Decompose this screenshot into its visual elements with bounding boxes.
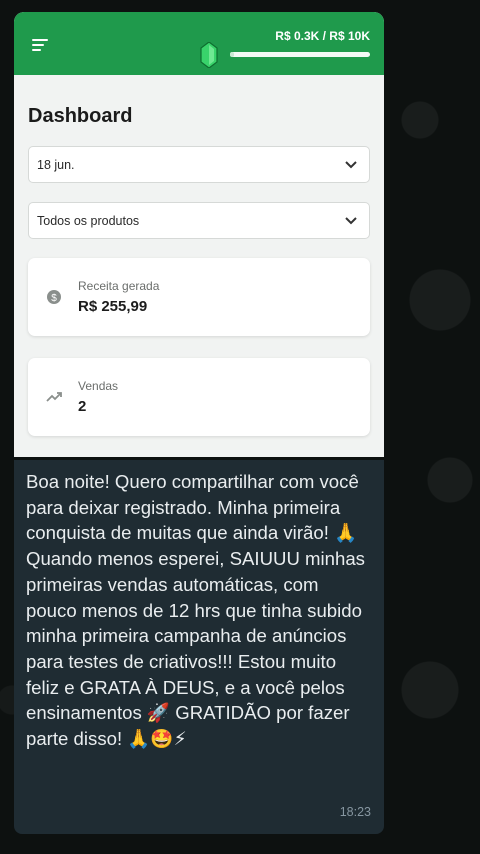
message-text: Boa noite! Quero compartilhar com você p… — [26, 471, 365, 750]
date-select[interactable]: 18 jun. — [28, 146, 370, 183]
page-title: Dashboard — [28, 105, 133, 127]
coin-icon: $ — [47, 290, 61, 304]
progress-fill — [230, 52, 235, 57]
product-select[interactable]: Todos os produtos — [28, 202, 370, 239]
product-select-value: Todos os produtos — [37, 213, 140, 228]
chevron-down-icon — [345, 216, 357, 224]
chevron-down-icon — [345, 160, 357, 168]
app-header: R$ 0.3K / R$ 10K — [14, 12, 384, 75]
svg-text:$: $ — [51, 293, 57, 304]
revenue-card: $ Receita gerada R$ 255,99 — [28, 258, 370, 336]
revenue-goal-label: R$ 0.3K / R$ 10K — [275, 29, 370, 43]
dashboard-screenshot: R$ 0.3K / R$ 10K Dashboard 18 jun. Todos… — [14, 12, 384, 457]
revenue-label: Receita gerada — [78, 279, 160, 293]
gem-icon — [200, 42, 218, 68]
date-select-value: 18 jun. — [37, 157, 75, 172]
sales-card: Vendas 2 — [28, 358, 370, 436]
trending-up-icon — [46, 392, 62, 402]
revenue-goal-progress — [230, 52, 370, 57]
revenue-value: R$ 255,99 — [78, 298, 148, 315]
chat-message-bubble[interactable]: Boa noite! Quero compartilhar com você p… — [14, 460, 384, 834]
hamburger-icon[interactable] — [32, 39, 48, 51]
sales-label: Vendas — [78, 379, 119, 393]
sales-value: 2 — [78, 398, 87, 415]
message-timestamp: 18:23 — [339, 805, 371, 820]
